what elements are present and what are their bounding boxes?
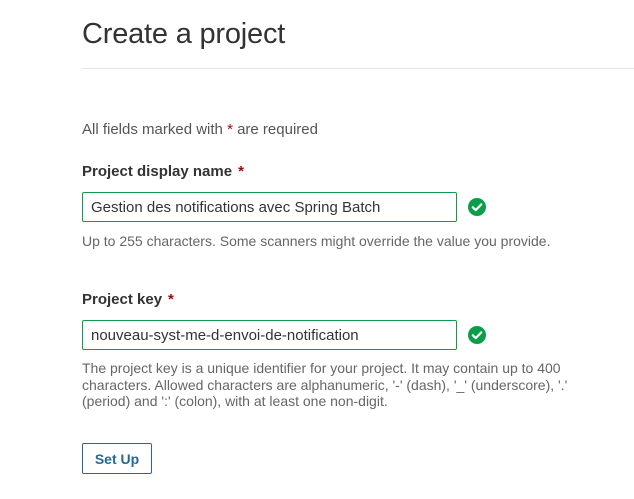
title-divider — [82, 68, 634, 69]
required-fields-note: All fields marked with * are required — [82, 121, 318, 139]
project-key-valid-icon — [468, 326, 486, 344]
set-up-button[interactable]: Set Up — [82, 443, 152, 474]
display-name-help: Up to 255 characters. Some scanners migh… — [82, 233, 551, 249]
required-star: * — [227, 121, 233, 138]
project-key-label-text: Project key — [82, 291, 163, 308]
display-name-label: Project display name * — [82, 163, 244, 181]
page-title: Create a project — [82, 18, 286, 50]
display-name-input[interactable] — [82, 192, 457, 222]
project-key-input[interactable] — [82, 320, 457, 350]
required-note-prefix: All fields marked with — [82, 121, 223, 138]
create-project-page: Create a project All fields marked with … — [0, 0, 634, 499]
project-key-help: The project key is a unique identifier f… — [82, 360, 568, 409]
project-key-required-star: * — [168, 291, 174, 308]
required-note-suffix: are required — [237, 121, 318, 138]
display-name-valid-icon — [468, 198, 486, 216]
display-name-label-text: Project display name — [82, 163, 233, 180]
project-key-label: Project key * — [82, 291, 174, 309]
display-name-required-star: * — [238, 163, 244, 180]
